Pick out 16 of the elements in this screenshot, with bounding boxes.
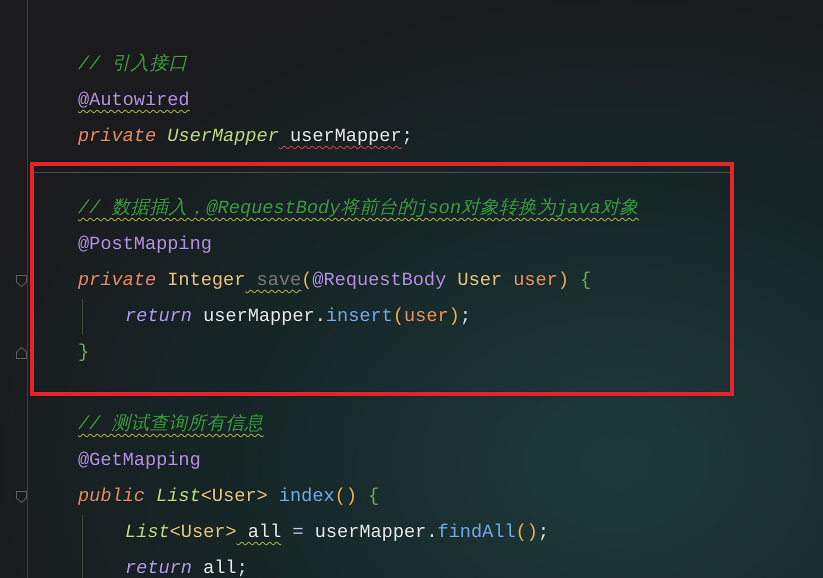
code-line: @PostMapping (78, 234, 212, 255)
code-line: public List<User> index() { (78, 486, 380, 507)
code-line: @Autowired (78, 90, 190, 111)
fold-icon[interactable] (16, 347, 27, 359)
code-line: private UserMapper userMapper; (78, 126, 413, 147)
code-line: List<User> all = userMapper.findAll(); (125, 522, 550, 543)
code-line: // 数据插入，@RequestBody将前台的json对象转换为java对象 (78, 198, 639, 219)
fold-icon[interactable] (16, 275, 27, 287)
code-line: return userMapper.insert(user); (125, 306, 471, 327)
code-line: @GetMapping (78, 450, 201, 471)
code-line: private Integer save(@RequestBody User user) { (78, 270, 592, 291)
code-line: // 测试查询所有信息 (78, 414, 264, 435)
code-line: } (78, 342, 90, 363)
code-line: return all; (125, 558, 248, 578)
fold-icon[interactable] (16, 491, 27, 503)
code-line: // 引入接口 (78, 54, 188, 75)
